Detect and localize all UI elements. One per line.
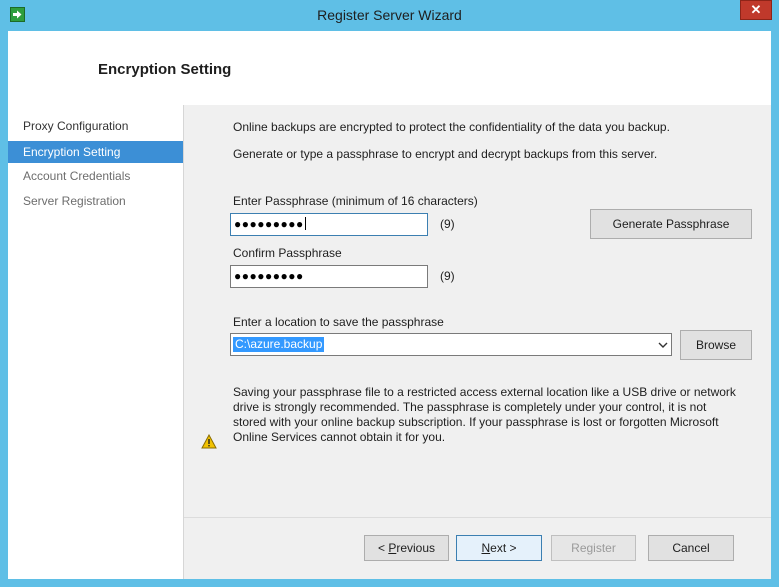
next-button[interactable]: Next > (456, 535, 542, 561)
wizard-window: Register Server Wizard ✕ Encryption Sett… (0, 0, 779, 587)
intro-text-1: Online backups are encrypted to protect … (233, 120, 670, 134)
warning-line: Saving your passphrase file to a restric… (233, 385, 736, 399)
step-encryption-setting[interactable]: Encryption Setting (8, 141, 183, 163)
previous-prefix: < (377, 541, 389, 555)
browse-button[interactable]: Browse (680, 330, 752, 360)
warning-text: Saving your passphrase file to a restric… (233, 385, 736, 445)
next-label: ext > (490, 541, 517, 555)
confirm-passphrase-input[interactable]: ●●●●●●●●● (230, 265, 428, 288)
wizard-steps: Proxy Configuration Encryption Setting A… (8, 105, 184, 579)
previous-label: revious (396, 541, 436, 555)
passphrase-label: Enter Passphrase (minimum of 16 characte… (233, 194, 478, 208)
register-button: Register (551, 535, 636, 561)
confirm-passphrase-label: Confirm Passphrase (233, 246, 342, 260)
location-combobox[interactable]: C:\azure.backup (230, 333, 672, 356)
step-server-registration: Server Registration (23, 194, 126, 208)
window-title: Register Server Wizard (317, 7, 462, 23)
chevron-down-icon[interactable] (657, 338, 669, 351)
location-label: Enter a location to save the passphrase (233, 315, 444, 329)
warning-line: stored with your online backup subscript… (233, 415, 719, 429)
passphrase-input[interactable]: ●●●●●●●●● (230, 213, 428, 236)
next-hotkey: N (481, 541, 491, 555)
warning-line: drive is strongly recommended. The passp… (233, 400, 707, 414)
passphrase-value: ●●●●●●●●● (234, 217, 304, 231)
text-caret (304, 217, 306, 230)
confirm-passphrase-value: ●●●●●●●●● (234, 269, 304, 283)
intro-text-2: Generate or type a passphrase to encrypt… (233, 147, 658, 161)
main-content: Online backups are encrypted to protect … (184, 105, 771, 579)
previous-button[interactable]: < Previous (364, 535, 449, 561)
footer-divider (184, 517, 771, 518)
location-value: C:\azure.backup (233, 337, 325, 352)
page-header: Encryption Setting (8, 31, 771, 105)
generate-passphrase-button[interactable]: Generate Passphrase (590, 209, 752, 239)
step-account-credentials: Account Credentials (23, 169, 131, 183)
confirm-passphrase-length: (9) (440, 269, 455, 283)
step-proxy-configuration[interactable]: Proxy Configuration (8, 115, 183, 137)
close-icon: ✕ (750, 2, 762, 17)
wizard-client: Encryption Setting Proxy Configuration E… (8, 31, 771, 579)
cancel-button[interactable]: Cancel (648, 535, 734, 561)
title-bar[interactable]: Register Server Wizard ✕ (0, 0, 779, 31)
passphrase-length: (9) (440, 217, 455, 231)
close-button[interactable]: ✕ (740, 0, 772, 20)
warning-icon (201, 434, 217, 449)
page-title: Encryption Setting (98, 61, 232, 78)
warning-line: Online Services cannot obtain it for you… (233, 430, 446, 444)
